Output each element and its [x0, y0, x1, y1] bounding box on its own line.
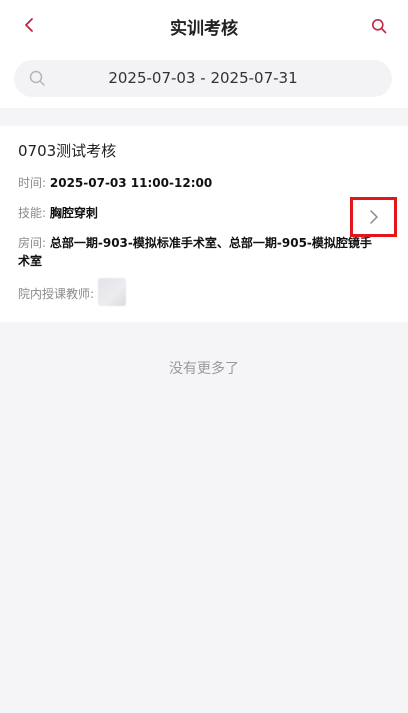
back-button[interactable] [16, 12, 42, 38]
room-label: 房间: [18, 236, 47, 250]
detail-button[interactable] [350, 197, 397, 237]
page-title: 实训考核 [170, 19, 238, 39]
date-range-text: 2025-07-03 - 2025-07-31 [108, 69, 298, 87]
top-nav-bar: 实训考核 [0, 0, 408, 50]
app-screen: 实训考核 2025-07-03 - 2025-07-31 0703测试考核 时间… [0, 0, 408, 713]
skill-label: 技能: [18, 206, 47, 220]
date-filter-bar: 2025-07-03 - 2025-07-31 [0, 50, 408, 108]
time-row: 时间: 2025-07-03 11:00-12:00 [18, 174, 212, 192]
search-icon [372, 19, 387, 34]
room-row: 房间: 总部一期-903-模拟标准手术室、总部一期-905-模拟腔镜手术室 [18, 234, 374, 270]
no-more-text: 没有更多了 [169, 361, 239, 377]
exam-card[interactable]: 0703测试考核 时间: 2025-07-03 11:00-12:00 技能: … [0, 126, 408, 322]
date-range-picker[interactable]: 2025-07-03 - 2025-07-31 [14, 60, 392, 97]
chevron-right-icon [369, 210, 378, 224]
teacher-avatar-blurred [98, 278, 127, 306]
exam-name: 0703测试考核 [18, 142, 117, 160]
time-label: 时间: [18, 176, 47, 190]
room-value: 总部一期-903-模拟标准手术室、总部一期-905-模拟腔镜手术室 [18, 236, 372, 268]
skill-row: 技能: 胸腔穿刺 [18, 204, 98, 222]
teacher-row: 院内授课教师: [18, 278, 127, 308]
time-value: 2025-07-03 11:00-12:00 [49, 176, 213, 190]
chevron-left-icon [25, 18, 33, 32]
skill-value: 胸腔穿刺 [49, 206, 98, 220]
teacher-label: 院内授课教师: [18, 287, 95, 301]
search-button[interactable] [366, 13, 392, 39]
